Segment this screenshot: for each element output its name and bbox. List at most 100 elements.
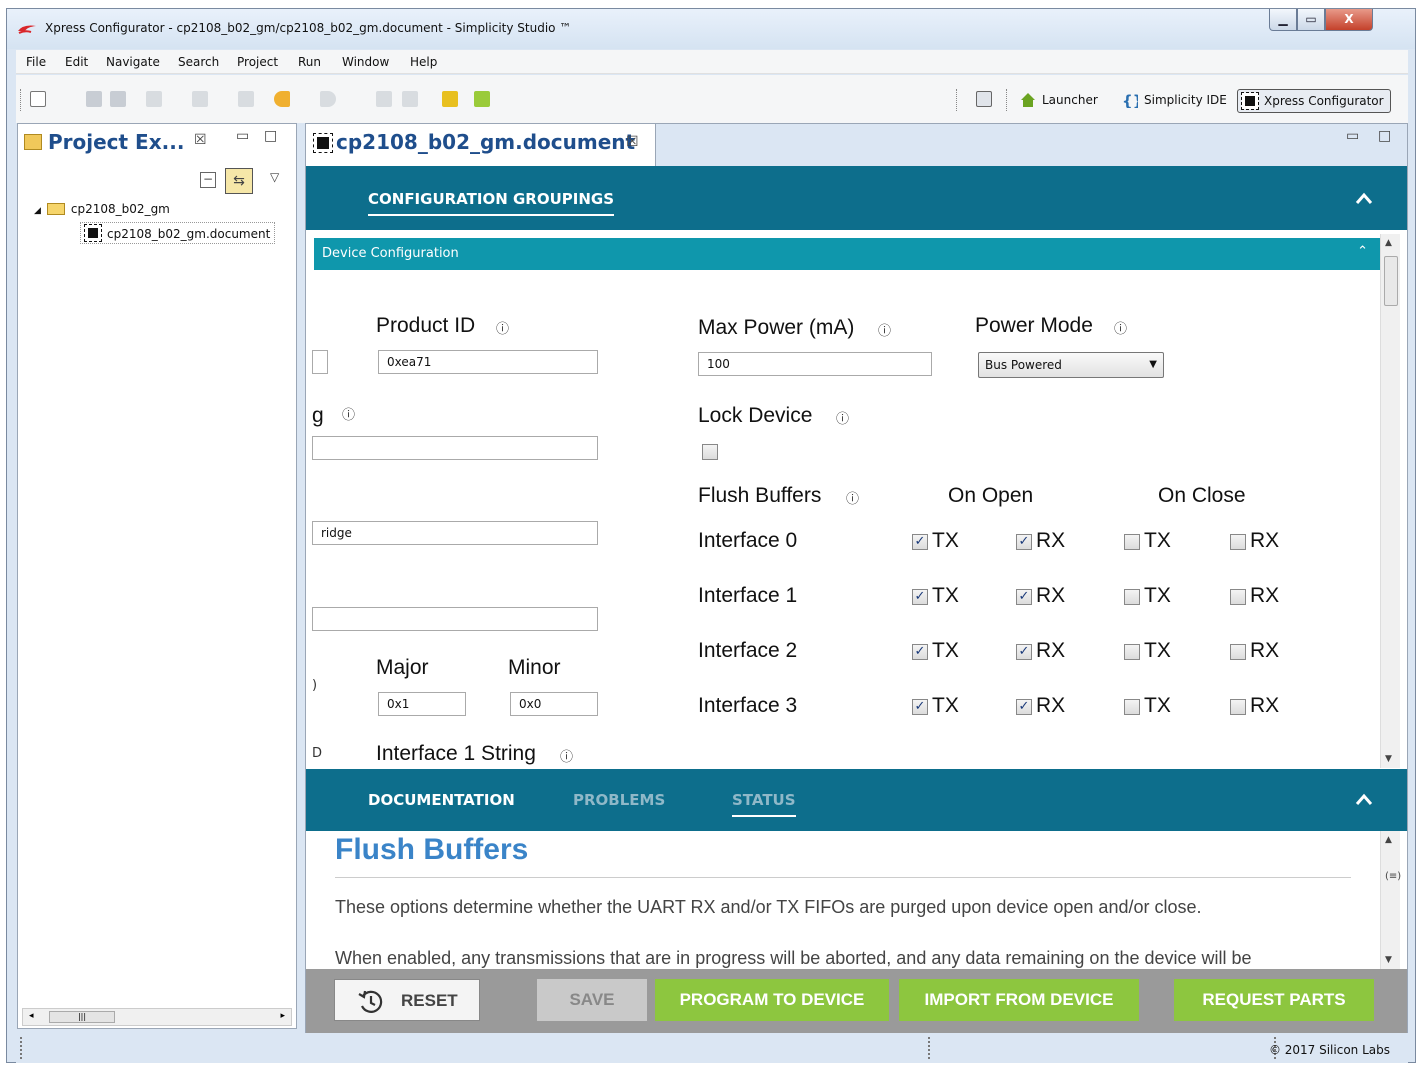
back-history-icon[interactable] — [238, 91, 254, 107]
minimize-button[interactable]: ▁ — [1269, 9, 1297, 31]
program-to-device-button[interactable]: PROGRAM TO DEVICE — [655, 979, 889, 1021]
device-configuration-header[interactable]: Device Configuration ⌃ — [314, 238, 1380, 270]
export-icon[interactable] — [192, 91, 208, 107]
interface-3-open-tx-checkbox[interactable]: ✓ — [912, 699, 928, 715]
interface-3-open-rx-checkbox[interactable]: ✓ — [1016, 699, 1032, 715]
tab-status[interactable]: STATUS — [732, 791, 796, 817]
maximize-view-icon[interactable]: □ — [264, 128, 277, 144]
reset-button[interactable]: RESET — [334, 979, 480, 1021]
doc-scroll-grip-icon[interactable]: (≡) — [1385, 871, 1401, 882]
config-scroll-thumb[interactable] — [1384, 256, 1398, 306]
interface-2-close-tx-checkbox[interactable] — [1124, 644, 1140, 660]
info-icon[interactable]: ⓘ — [342, 404, 355, 423]
interface-0-close-tx-checkbox[interactable] — [1124, 534, 1140, 550]
info-icon-partial-2[interactable]: D — [312, 746, 322, 761]
scroll-up-icon[interactable]: ▲ — [1385, 835, 1392, 845]
scroll-left-icon[interactable]: ◂ — [29, 1011, 34, 1021]
scroll-down-icon[interactable]: ▼ — [1385, 955, 1392, 965]
collapse-all-icon[interactable]: − — [200, 172, 216, 188]
new-file-icon[interactable] — [30, 91, 46, 107]
interface-2-open-tx-checkbox[interactable]: ✓ — [912, 644, 928, 660]
interface-2-close-rx-checkbox[interactable] — [1230, 644, 1246, 660]
configurator-perspective[interactable]: Xpress Configurator — [1237, 89, 1391, 113]
launcher-perspective[interactable]: Launcher — [1016, 89, 1098, 113]
power-mode-select[interactable]: Bus Powered ▼ — [978, 352, 1164, 378]
scroll-down-icon[interactable]: ▼ — [1385, 754, 1392, 764]
tab-problems[interactable]: PROBLEMS — [573, 791, 665, 815]
tab-documentation[interactable]: DOCUMENTATION — [368, 791, 515, 815]
info-icon-partial[interactable]: ) — [312, 678, 317, 693]
max-power-info-icon[interactable]: ⓘ — [878, 320, 891, 339]
debug-chip-icon[interactable] — [474, 91, 490, 107]
product-id-input[interactable]: 0xea71 — [378, 350, 598, 374]
minimize-editor-icon[interactable]: ▭ — [1346, 128, 1359, 144]
view-menu-icon[interactable]: ▽ — [270, 170, 279, 184]
partial-bridge-input[interactable]: ridge — [312, 521, 598, 545]
tab-configuration-groupings[interactable]: CONFIGURATION GROUPINGS — [368, 190, 615, 216]
menu-navigate[interactable]: Navigate — [106, 55, 160, 69]
import-icon[interactable] — [146, 91, 162, 107]
partial-string-input[interactable] — [312, 436, 598, 460]
double-chevron-up-icon[interactable]: ⌃ — [1357, 244, 1368, 259]
ide-perspective[interactable]: {} Simplicity IDE — [1118, 89, 1227, 113]
interface-1-open-tx-checkbox[interactable]: ✓ — [912, 589, 928, 605]
maximize-button[interactable]: ▭ — [1297, 9, 1325, 31]
link-with-editor-icon[interactable]: ⇆ — [225, 168, 253, 194]
lock-device-checkbox[interactable] — [702, 444, 718, 460]
menu-run[interactable]: Run — [298, 55, 321, 69]
chevron-up-icon[interactable] — [1355, 190, 1373, 208]
tree-expand-icon[interactable]: ◢ — [34, 206, 41, 216]
undo-icon[interactable] — [376, 91, 392, 107]
horizontal-scrollbar[interactable]: ◂ ||| ▸ — [22, 1008, 292, 1026]
scroll-up-icon[interactable]: ▲ — [1385, 238, 1392, 248]
product-id-info-icon[interactable]: ⓘ — [496, 318, 509, 337]
import-from-device-button[interactable]: IMPORT FROM DEVICE — [899, 979, 1139, 1021]
brush-icon[interactable] — [442, 91, 458, 107]
lock-device-info-icon[interactable]: ⓘ — [836, 408, 849, 427]
interface-3-close-tx-checkbox[interactable] — [1124, 699, 1140, 715]
interface-3-close-rx-checkbox[interactable] — [1230, 699, 1246, 715]
interface-0-close-rx-checkbox[interactable] — [1230, 534, 1246, 550]
project-explorer-tab[interactable]: Project Ex... ☒ ▭ □ — [18, 124, 296, 158]
interface1-string-info-icon[interactable]: ⓘ — [560, 746, 573, 765]
menu-file[interactable]: File — [26, 55, 46, 69]
major-input[interactable]: 0x1 — [378, 692, 466, 716]
tree-item-project[interactable]: ◢ cp2108_b02_gm — [34, 202, 170, 216]
menu-search[interactable]: Search — [178, 55, 219, 69]
interface-0-open-rx-checkbox[interactable]: ✓ — [1016, 534, 1032, 550]
menu-help[interactable]: Help — [410, 55, 437, 69]
interface-2-open-rx-checkbox[interactable]: ✓ — [1016, 644, 1032, 660]
config-vertical-scrollbar[interactable]: ▲ ▼ — [1380, 234, 1400, 768]
redo-icon[interactable] — [402, 91, 418, 107]
close-tab-icon[interactable]: ☒ — [626, 134, 639, 150]
save-all-icon[interactable] — [110, 91, 126, 107]
scroll-right-icon[interactable]: ▸ — [280, 1011, 285, 1021]
max-power-input[interactable]: 100 — [698, 352, 932, 376]
close-view-icon[interactable]: ☒ — [194, 132, 207, 148]
close-window-button[interactable]: X — [1325, 9, 1373, 31]
save-button[interactable]: SAVE — [537, 979, 647, 1021]
scroll-thumb[interactable]: ||| — [49, 1011, 115, 1023]
tree-item-document[interactable]: cp2108_b02_gm.document — [80, 222, 276, 244]
save-icon[interactable] — [86, 91, 102, 107]
chevron-up-icon[interactable] — [1355, 791, 1373, 809]
forward-arrow-icon[interactable] — [320, 91, 336, 107]
menu-window[interactable]: Window — [342, 55, 389, 69]
interface-0-open-tx-checkbox[interactable]: ✓ — [912, 534, 928, 550]
power-mode-info-icon[interactable]: ⓘ — [1114, 318, 1127, 337]
request-parts-button[interactable]: REQUEST PARTS — [1174, 979, 1374, 1021]
maximize-editor-icon[interactable]: □ — [1378, 128, 1391, 144]
doc-vertical-scrollbar[interactable]: ▲ (≡) ▼ — [1380, 831, 1401, 969]
minor-input[interactable]: 0x0 — [510, 692, 598, 716]
flush-buffers-info-icon[interactable]: ⓘ — [846, 488, 859, 507]
open-perspective-icon[interactable] — [976, 91, 992, 107]
minimize-view-icon[interactable]: ▭ — [236, 128, 249, 144]
editor-tab[interactable]: cp2108_b02_gm.document ☒ — [306, 124, 656, 166]
interface-1-open-rx-checkbox[interactable]: ✓ — [1016, 589, 1032, 605]
partial-input-4[interactable] — [312, 607, 598, 631]
menu-project[interactable]: Project — [237, 55, 278, 69]
partial-input-1[interactable] — [312, 350, 328, 374]
interface-1-close-rx-checkbox[interactable] — [1230, 589, 1246, 605]
menu-edit[interactable]: Edit — [65, 55, 88, 69]
interface-1-close-tx-checkbox[interactable] — [1124, 589, 1140, 605]
